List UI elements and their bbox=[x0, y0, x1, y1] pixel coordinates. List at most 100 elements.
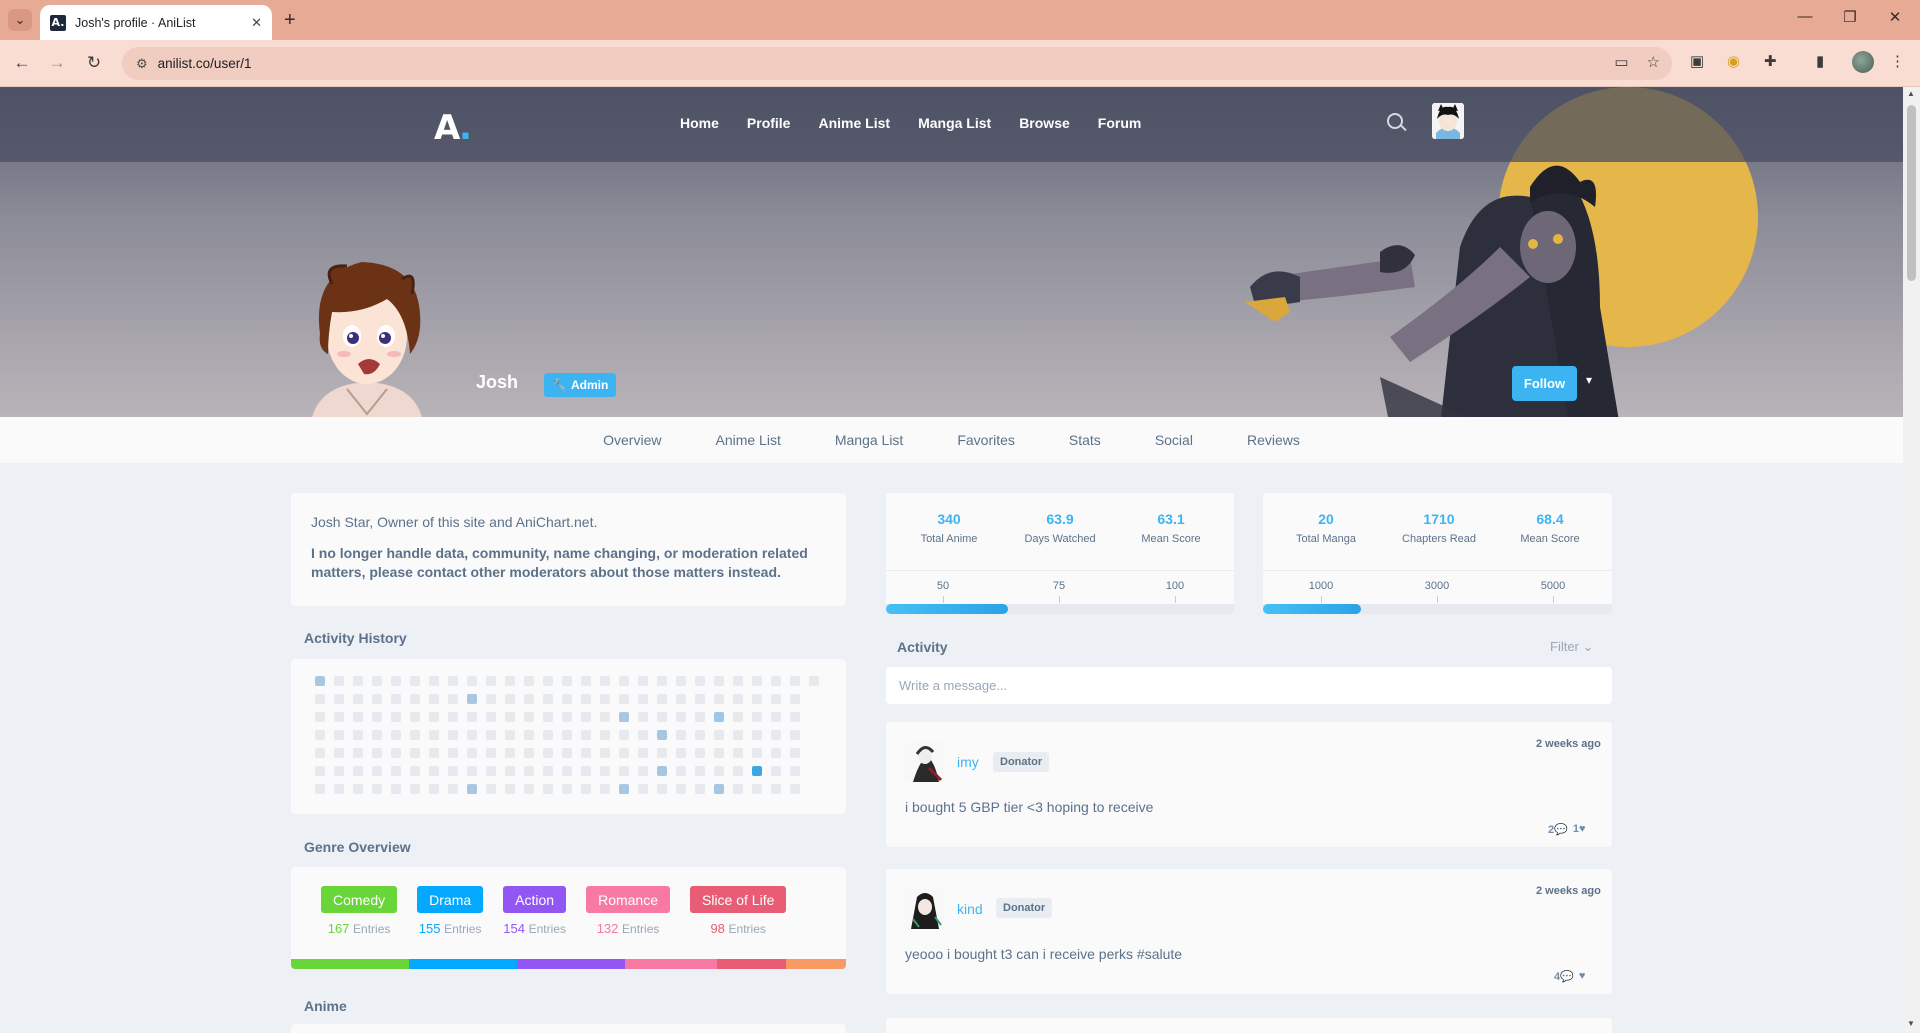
heatmap-cell[interactable] bbox=[486, 730, 496, 740]
heatmap-cell[interactable] bbox=[543, 712, 553, 722]
nav-home[interactable]: Home bbox=[680, 115, 719, 131]
scrollbar-thumb[interactable] bbox=[1907, 105, 1916, 281]
heatmap-cell[interactable] bbox=[486, 784, 496, 794]
heatmap-cell[interactable] bbox=[695, 694, 705, 704]
heatmap-cell[interactable] bbox=[676, 730, 686, 740]
heatmap-cell[interactable] bbox=[771, 676, 781, 686]
heatmap-cell[interactable] bbox=[467, 748, 477, 758]
heatmap-cell[interactable] bbox=[524, 694, 534, 704]
follow-button[interactable]: Follow bbox=[1512, 366, 1577, 401]
heatmap-cell[interactable] bbox=[581, 676, 591, 686]
genre-tag[interactable]: Comedy bbox=[321, 886, 398, 913]
heatmap-cell[interactable] bbox=[353, 694, 363, 704]
bookmark-star-icon[interactable]: ☆ bbox=[1647, 53, 1660, 71]
user-avatar[interactable] bbox=[1432, 103, 1464, 139]
close-window-icon[interactable]: ✕ bbox=[1880, 8, 1910, 26]
heatmap-cell[interactable] bbox=[619, 766, 629, 776]
heatmap-cell[interactable] bbox=[410, 676, 420, 686]
heatmap-cell[interactable] bbox=[752, 784, 762, 794]
browser-tab[interactable]: A. Josh's profile · AniList ✕ bbox=[40, 5, 272, 40]
heatmap-cell[interactable] bbox=[600, 712, 610, 722]
heatmap-cell[interactable] bbox=[790, 730, 800, 740]
heatmap-cell[interactable] bbox=[790, 694, 800, 704]
heatmap-cell[interactable] bbox=[600, 694, 610, 704]
heatmap-cell[interactable] bbox=[638, 766, 648, 776]
heatmap-cell[interactable] bbox=[334, 766, 344, 776]
heatmap-cell[interactable] bbox=[391, 730, 401, 740]
heatmap-cell[interactable] bbox=[334, 784, 344, 794]
genre-item[interactable]: Romance 132 Entries bbox=[586, 886, 670, 936]
heatmap-cell[interactable] bbox=[562, 784, 572, 794]
heatmap-cell[interactable] bbox=[524, 712, 534, 722]
heatmap-cell[interactable] bbox=[391, 748, 401, 758]
heatmap-cell[interactable] bbox=[505, 694, 515, 704]
heatmap-cell[interactable] bbox=[581, 730, 591, 740]
heatmap-cell[interactable] bbox=[752, 730, 762, 740]
heatmap-cell[interactable] bbox=[429, 748, 439, 758]
heatmap-cell[interactable] bbox=[771, 694, 781, 704]
genre-tag[interactable]: Action bbox=[503, 886, 567, 913]
heatmap-cell[interactable] bbox=[334, 676, 344, 686]
activity-1-like-count[interactable]: 1♥ bbox=[1573, 823, 1586, 836]
heatmap-cell[interactable] bbox=[562, 676, 572, 686]
heatmap-cell[interactable] bbox=[410, 748, 420, 758]
heatmap-cell[interactable] bbox=[486, 766, 496, 776]
heatmap-cell[interactable] bbox=[771, 766, 781, 776]
tab-stats[interactable]: Stats bbox=[1069, 432, 1101, 448]
heatmap-cell[interactable] bbox=[334, 712, 344, 722]
heatmap-cell[interactable] bbox=[638, 784, 648, 794]
heatmap-cell[interactable] bbox=[790, 676, 800, 686]
chrome-menu-icon[interactable]: ⋮ bbox=[1890, 52, 1905, 70]
heatmap-cell[interactable] bbox=[581, 712, 591, 722]
heatmap-cell[interactable] bbox=[733, 676, 743, 686]
heatmap-cell[interactable] bbox=[600, 766, 610, 776]
heatmap-cell[interactable] bbox=[429, 694, 439, 704]
heatmap-cell[interactable] bbox=[676, 784, 686, 794]
heatmap-cell[interactable] bbox=[657, 748, 667, 758]
heatmap-cell[interactable] bbox=[372, 676, 382, 686]
heatmap-cell[interactable] bbox=[505, 784, 515, 794]
heatmap-cell[interactable] bbox=[315, 676, 325, 686]
heatmap-cell[interactable] bbox=[505, 676, 515, 686]
heatmap-cell[interactable] bbox=[581, 784, 591, 794]
heatmap-cell[interactable] bbox=[448, 676, 458, 686]
heatmap-cell[interactable] bbox=[695, 766, 705, 776]
heatmap-cell[interactable] bbox=[353, 730, 363, 740]
heatmap-cell[interactable] bbox=[562, 712, 572, 722]
scroll-down-arrow-icon[interactable]: ▼ bbox=[1907, 1019, 1915, 1028]
heatmap-cell[interactable] bbox=[543, 784, 553, 794]
tab-anime-list[interactable]: Anime List bbox=[715, 432, 780, 448]
activity-2-avatar[interactable] bbox=[905, 889, 945, 929]
nav-forum[interactable]: Forum bbox=[1098, 115, 1142, 131]
scroll-up-arrow-icon[interactable]: ▲ bbox=[1907, 89, 1915, 98]
page-scrollbar[interactable]: ▲ ▼ bbox=[1903, 87, 1920, 1033]
activity-2-username[interactable]: kind bbox=[957, 901, 983, 917]
heatmap-cell[interactable] bbox=[657, 676, 667, 686]
heatmap-cell[interactable] bbox=[524, 766, 534, 776]
anilist-logo[interactable]: A. bbox=[434, 108, 472, 148]
heatmap-cell[interactable] bbox=[505, 730, 515, 740]
heatmap-cell[interactable] bbox=[429, 730, 439, 740]
heatmap-cell[interactable] bbox=[486, 712, 496, 722]
heatmap-cell[interactable] bbox=[695, 730, 705, 740]
heatmap-cell[interactable] bbox=[315, 766, 325, 776]
heatmap-cell[interactable] bbox=[391, 712, 401, 722]
heatmap-cell[interactable] bbox=[315, 748, 325, 758]
heatmap-cell[interactable] bbox=[695, 712, 705, 722]
heatmap-cell[interactable] bbox=[733, 748, 743, 758]
heatmap-cell[interactable] bbox=[467, 694, 477, 704]
heatmap-cell[interactable] bbox=[638, 730, 648, 740]
heatmap-cell[interactable] bbox=[429, 784, 439, 794]
heatmap-cell[interactable] bbox=[733, 784, 743, 794]
extension-warning-icon[interactable]: ◉ bbox=[1727, 52, 1740, 70]
activity-1-timestamp[interactable]: 2 weeks ago bbox=[1536, 738, 1601, 750]
activity-2-like-button[interactable]: ♥ bbox=[1579, 970, 1586, 983]
activity-2-reply-count[interactable]: 4💬 bbox=[1554, 970, 1574, 983]
heatmap-cell[interactable] bbox=[505, 748, 515, 758]
genre-item[interactable]: Slice of Life 98 Entries bbox=[690, 886, 787, 936]
site-info-icon[interactable]: ⚙ bbox=[136, 56, 148, 72]
heatmap-cell[interactable] bbox=[600, 676, 610, 686]
nav-browse[interactable]: Browse bbox=[1019, 115, 1070, 131]
heatmap-cell[interactable] bbox=[771, 748, 781, 758]
heatmap-cell[interactable] bbox=[714, 784, 724, 794]
